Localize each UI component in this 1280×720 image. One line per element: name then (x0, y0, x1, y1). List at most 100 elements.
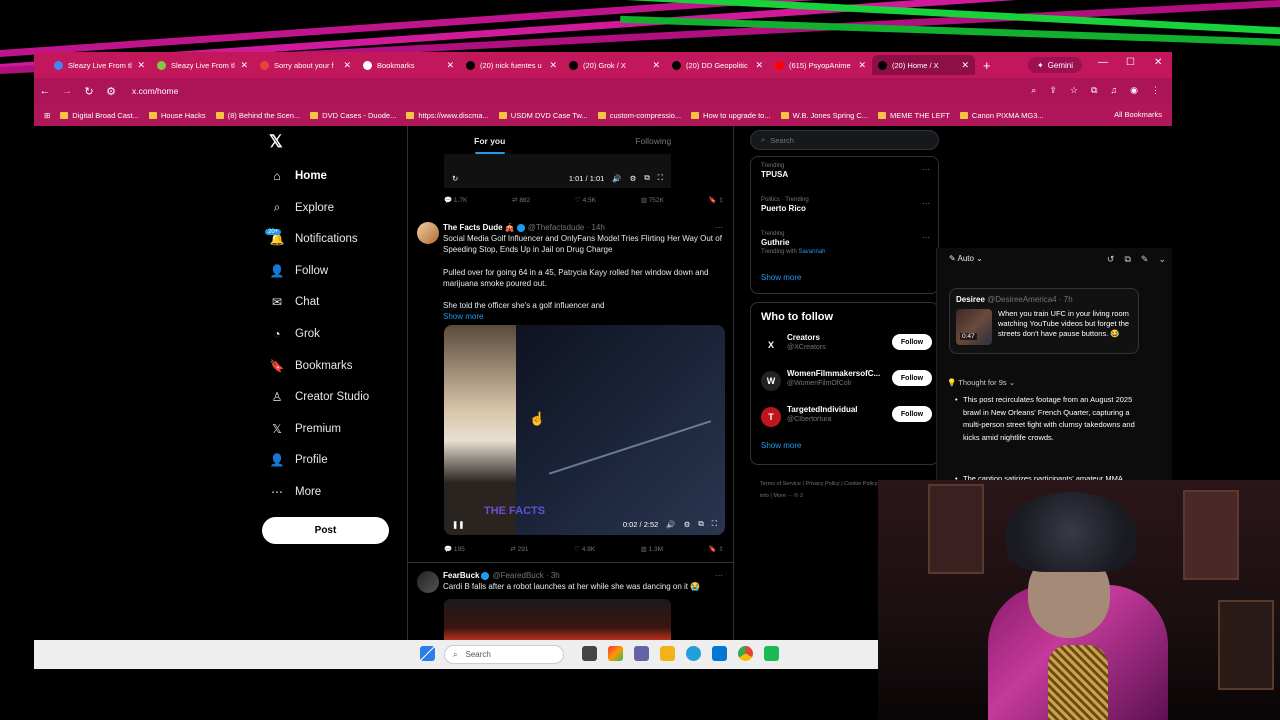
file-explorer-icon[interactable] (660, 646, 675, 661)
replay-icon[interactable]: ↻ (452, 174, 458, 183)
bookmark-button[interactable]: 🔖 ⇪ (709, 196, 724, 204)
edge-icon[interactable] (686, 646, 701, 661)
chrome-icon[interactable] (738, 646, 753, 661)
grok-quoted-post[interactable]: Desiree @DesireeAmerica4 · 7h 0:47 When … (949, 288, 1139, 354)
views-button[interactable]: ▥ 752K (641, 196, 664, 204)
nav-item-creator-studio[interactable]: ♙ Creator Studio (269, 385, 370, 409)
nav-item-chat[interactable]: ✉ Chat (269, 290, 319, 314)
tab-for-you[interactable]: For you (408, 126, 572, 156)
video-player[interactable]: ↻ 1:01 / 1:01 🔊 ⚙ ⧉ ⛶ (444, 154, 671, 188)
nav-item-home[interactable]: ⌂ Home (269, 164, 327, 188)
follow-suggestion[interactable]: T TargetedIndividual @CIbertortura Follow (761, 403, 936, 433)
gemini-button[interactable]: ✦ Gemini (1028, 57, 1082, 73)
tweet-video[interactable]: THE FACTS ❚❚ 0:02 / 2:52 🔊 ⚙ ⧉ ⛶ (444, 325, 725, 535)
close-tab-icon[interactable]: ✕ (652, 60, 660, 71)
more-icon[interactable]: ⋯ (922, 199, 930, 208)
new-tab-icon[interactable]: + (983, 58, 991, 73)
nav-item-more[interactable]: ⋯ More (269, 480, 321, 504)
store-icon[interactable] (712, 646, 727, 661)
x-logo-icon[interactable]: 𝕏 (269, 132, 283, 152)
trend-item[interactable]: Trending Guthrie Trending with Savannah (761, 231, 826, 255)
share-icon[interactable]: ⇪ (1049, 85, 1057, 96)
nav-item-grok[interactable]: ◔ Grok (269, 322, 320, 346)
repost-button[interactable]: ⇄ 882 (512, 196, 530, 204)
views-button[interactable]: ▥ 1.3M (641, 545, 663, 553)
more-icon[interactable]: ⋯ (922, 165, 930, 174)
reload-icon[interactable]: ↻ (78, 85, 100, 98)
tweet-author[interactable]: The Facts Dude 🎪 @Thefactsdude · 14h (443, 223, 605, 232)
show-more-link[interactable]: Show more (443, 312, 483, 321)
taskbar-search[interactable]: ⌕ Search (444, 645, 564, 664)
bookmark-button[interactable]: 🔖 ⇪ (709, 545, 724, 553)
bookmark-item[interactable]: Canon PIXMA MG3... (959, 111, 1044, 120)
like-button[interactable]: ♡ 4.5K (575, 196, 596, 204)
trend-item[interactable]: Politics · Trending Puerto Rico (761, 197, 809, 213)
settings-icon[interactable]: ⚙ (684, 520, 691, 529)
nav-item-bookmarks[interactable]: 🔖 Bookmarks (269, 354, 353, 378)
nav-item-follow[interactable]: 👤 Follow (269, 259, 329, 283)
nav-item-profile[interactable]: 👤 Profile (269, 448, 328, 472)
browser-tab[interactable]: (20) nick fuentes u ✕ (460, 55, 563, 75)
show-more-link[interactable]: Show more (761, 273, 801, 282)
volume-icon[interactable]: 🔊 (612, 174, 621, 183)
repost-button[interactable]: ⇄ 291 (510, 545, 528, 553)
pip-icon[interactable]: ⧉ (644, 173, 649, 183)
bookmark-item[interactable]: House Hacks (149, 111, 206, 120)
close-tab-icon[interactable]: ✕ (343, 60, 351, 71)
profile-icon[interactable]: ◉ (1130, 85, 1138, 96)
expand-icon[interactable]: ⧉ (1124, 254, 1130, 265)
avatar[interactable] (417, 222, 439, 244)
avatar[interactable]: X (761, 335, 781, 355)
like-button[interactable]: ♡ 4.9K (574, 545, 595, 553)
copilot-icon[interactable] (608, 646, 623, 661)
browser-tab[interactable]: (20) DD Geopolitic ✕ (666, 55, 769, 75)
grok-mode-selector[interactable]: ✎ Auto ⌄ (949, 254, 983, 263)
nav-item-premium[interactable]: 𝕏 Premium (269, 417, 341, 441)
menu-icon[interactable]: ⋮ (1151, 85, 1160, 96)
more-icon[interactable]: ⋯ (922, 233, 930, 242)
minimize-icon[interactable]: — (1098, 57, 1108, 68)
windows-start-icon[interactable] (420, 646, 435, 661)
bookmark-item[interactable]: W.B. Jones Spring C... (780, 111, 868, 120)
app-icon[interactable] (764, 646, 779, 661)
fullscreen-icon[interactable]: ⛶ (658, 173, 663, 183)
avatar[interactable]: W (761, 371, 781, 391)
bookmark-item[interactable]: https://www.discma... (406, 111, 489, 120)
volume-icon[interactable]: 🔊 (666, 520, 675, 529)
collapse-icon[interactable]: ⌄ (1158, 254, 1166, 265)
reply-button[interactable]: 💬 195 (444, 545, 465, 553)
site-info-icon[interactable]: ⚙ (100, 85, 122, 98)
task-view-icon[interactable] (582, 646, 597, 661)
zoom-icon[interactable]: ⌕ (1031, 85, 1036, 96)
browser-tab[interactable]: Bookmarks ✕ (357, 55, 460, 75)
close-window-icon[interactable]: ✕ (1154, 57, 1162, 68)
browser-tab[interactable]: Sleazy Live From tl ✕ (48, 55, 151, 75)
reply-button[interactable]: 💬 1.7K (444, 196, 467, 204)
trend-item[interactable]: Trending TPUSA (761, 163, 788, 179)
bookmark-item[interactable]: Digital Broad Cast... (60, 111, 139, 120)
nav-item-notifications[interactable]: 🔔 20+ Notifications (265, 227, 358, 251)
bookmark-item[interactable]: USDM DVD Case Tw... (498, 111, 588, 120)
bookmark-item[interactable]: MEME THE LEFT (878, 111, 950, 120)
close-tab-icon[interactable]: ✕ (137, 60, 145, 71)
browser-tab[interactable]: Sleazy Live From tl ✕ (151, 55, 254, 75)
tab-following[interactable]: Following (572, 126, 734, 156)
extensions-icon[interactable]: ⧉ (1091, 85, 1097, 96)
bookmark-item[interactable]: How to upgrade to... (691, 111, 771, 120)
close-tab-icon[interactable]: ✕ (961, 60, 969, 71)
close-tab-icon[interactable]: ✕ (240, 60, 248, 71)
close-tab-icon[interactable]: ✕ (446, 60, 454, 71)
tweet-video[interactable] (444, 599, 671, 640)
apps-icon[interactable]: ⊞ (44, 111, 50, 120)
pip-icon[interactable]: ⧉ (698, 519, 703, 529)
close-tab-icon[interactable]: ✕ (549, 60, 557, 71)
close-tab-icon[interactable]: ✕ (755, 60, 763, 71)
all-bookmarks-button[interactable]: All Bookmarks (1114, 110, 1162, 119)
browser-tab[interactable]: (20) Grok / X ✕ (563, 55, 666, 75)
avatar[interactable]: T (761, 407, 781, 427)
settings-icon[interactable]: ⚙ (630, 174, 637, 183)
teams-icon[interactable] (634, 646, 649, 661)
url-field[interactable]: x.com/home (132, 86, 178, 96)
browser-tab[interactable]: Sorry about your f ✕ (254, 55, 357, 75)
more-icon[interactable]: ⋯ (715, 223, 723, 232)
